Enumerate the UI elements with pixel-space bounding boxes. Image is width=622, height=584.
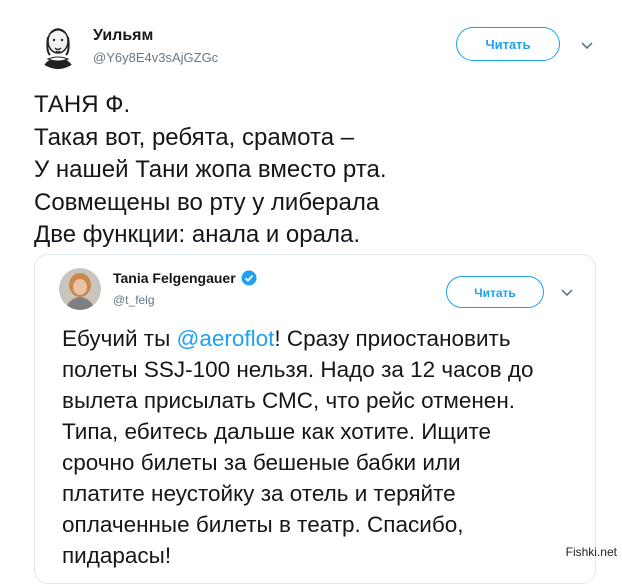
quoted-text-segment: ! Сразу приостановить xyxy=(274,326,511,351)
mention-link[interactable]: @aeroflot xyxy=(177,326,275,351)
quoted-author-name-row[interactable]: Tania Felgengauer xyxy=(113,270,257,286)
quoted-line: Ебучий ты @aeroflot! Сразу приостановить xyxy=(62,323,582,354)
quoted-line: платите неустойку за отель и теряйте xyxy=(62,481,456,506)
avatar-photo-icon xyxy=(59,268,101,310)
tweet-text: ТАНЯ Ф. Такая вот, ребята, срамота – У н… xyxy=(34,89,387,252)
author-name[interactable]: Уильям xyxy=(93,27,153,45)
watermark: Fishki.net xyxy=(565,545,617,559)
follow-button[interactable]: Читать xyxy=(456,27,560,61)
quoted-line: вылета присылать СМС, что рейс отменен. xyxy=(62,388,515,413)
quoted-tweet[interactable]: Tania Felgengauer @t_felg Читать Ебучий … xyxy=(34,254,596,584)
poem-line: ТАНЯ Ф. xyxy=(34,91,131,118)
poem-line: Такая вот, ребята, срамота – xyxy=(34,123,355,151)
quoted-author-name[interactable]: Tania Felgengauer xyxy=(113,270,236,286)
poem-line: Две функции: анала и орала. xyxy=(34,221,360,248)
chevron-down-icon[interactable] xyxy=(559,284,575,300)
quoted-author-handle[interactable]: @t_felg xyxy=(113,293,155,307)
quoted-line: срочно билеты за бешеные бабки или xyxy=(62,450,461,475)
quoted-line: полеты SSJ-100 нельзя. Надо за 12 часов … xyxy=(62,357,534,382)
quoted-line: пидарасы! xyxy=(62,543,172,568)
verified-badge-icon xyxy=(241,270,257,286)
quoted-follow-button[interactable]: Читать xyxy=(446,276,544,308)
poem-line: Совмещены во рту у либерала xyxy=(34,188,380,216)
shakespeare-portrait-icon xyxy=(34,21,82,69)
author-avatar[interactable] xyxy=(34,21,82,69)
quoted-line: оплаченные билеты в театр. Спасибо, xyxy=(62,512,464,537)
poem-line: У нашей Тани жопа вместо рта. xyxy=(34,156,387,183)
quoted-author-avatar[interactable] xyxy=(59,268,101,310)
quoted-line: Типа, ебитесь дальше как хотите. Ищите xyxy=(62,419,492,444)
quoted-text-segment: Ебучий ты xyxy=(62,326,177,351)
author-handle[interactable]: @Y6y8E4v3sAjGZGc xyxy=(93,50,218,65)
chevron-down-icon[interactable] xyxy=(579,37,595,53)
quoted-tweet-text: Ебучий ты @aeroflot! Сразу приостановить… xyxy=(62,323,582,571)
